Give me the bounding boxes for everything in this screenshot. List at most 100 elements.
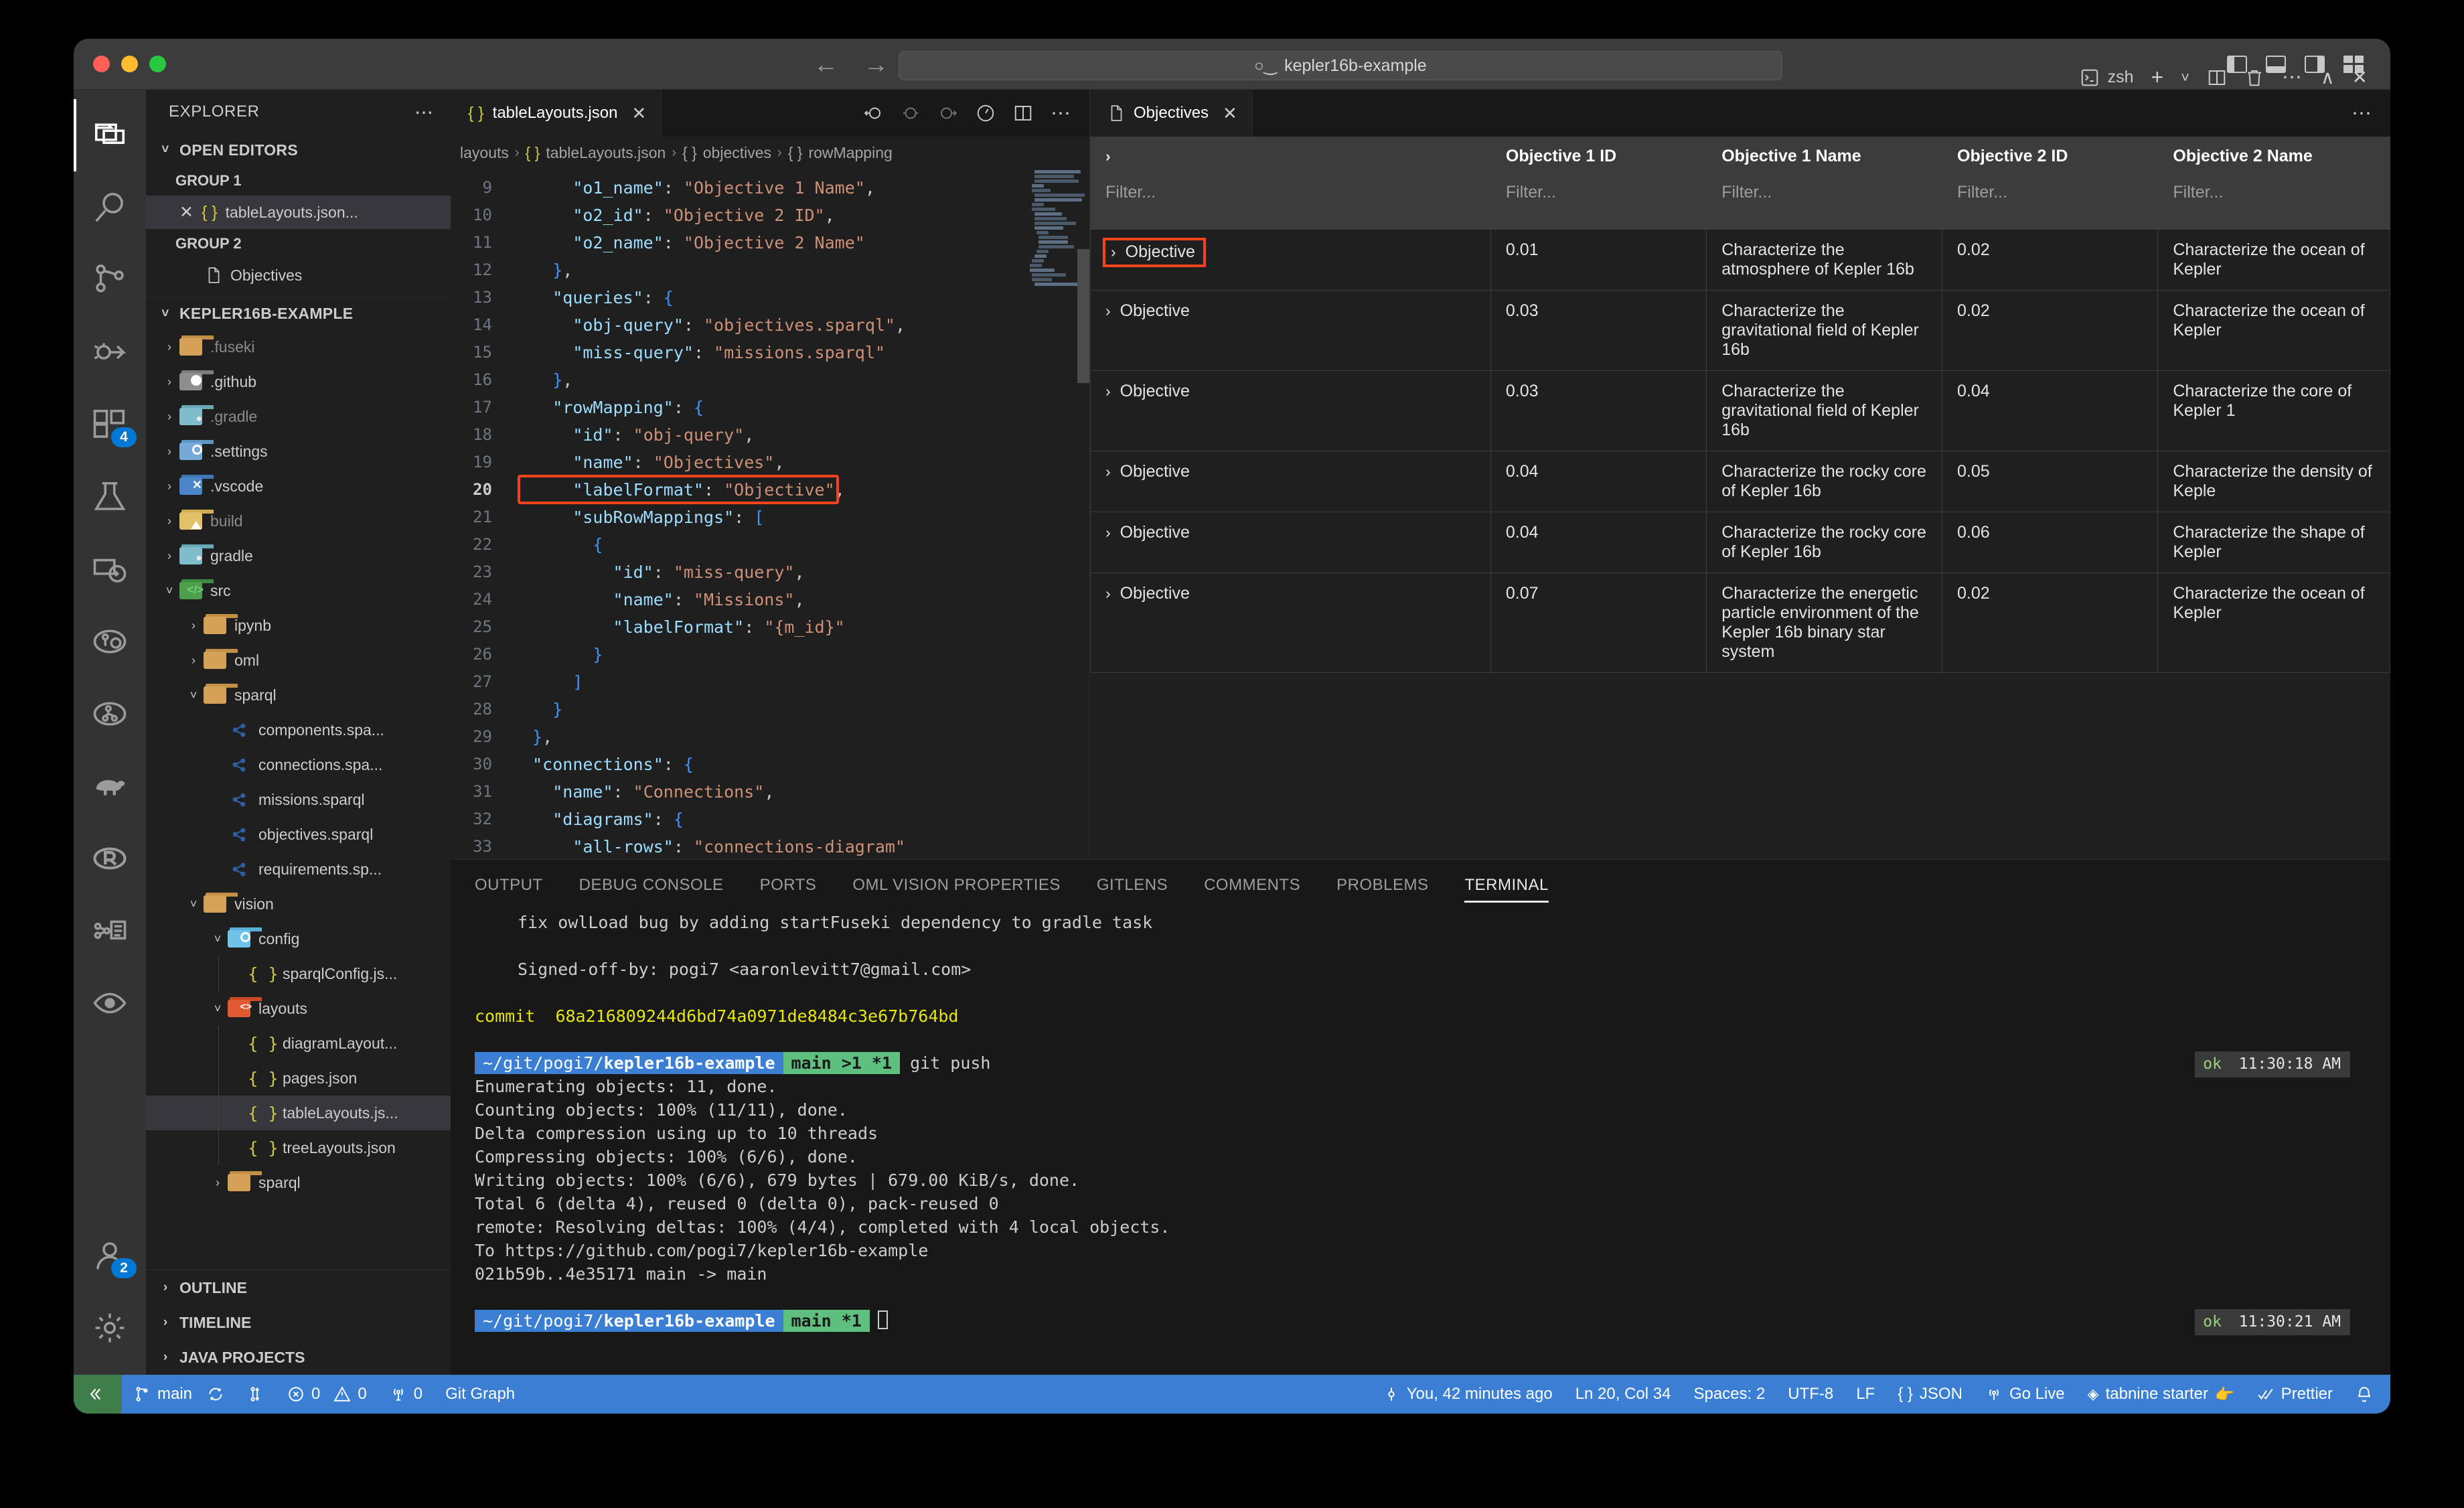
chevron-right-icon[interactable]: › xyxy=(1105,302,1111,319)
tree-item-ipynb[interactable]: › ipynb xyxy=(146,608,451,643)
java-projects-section[interactable]: › JAVA PROJECTS xyxy=(146,1340,451,1375)
filter-input-3[interactable]: Filter... xyxy=(1942,175,2159,229)
code-line-20[interactable]: 20 "labelFormat": "Objective", xyxy=(451,475,1089,504)
row-expander-cell[interactable]: › Objective xyxy=(1090,450,1491,512)
activity-explorer[interactable] xyxy=(74,99,146,171)
tree-item-oml[interactable]: › oml xyxy=(146,643,451,678)
code-line-17[interactable]: 17 "rowMapping": { xyxy=(451,394,1089,421)
status-prettier[interactable]: Prettier xyxy=(2246,1375,2344,1414)
new-terminal-icon[interactable]: + xyxy=(2151,65,2163,90)
table-row[interactable]: › Objective 0.07 Characterize the energetic… xyxy=(1090,572,2390,673)
tree-item-gradle[interactable]: › ● gradle xyxy=(146,538,451,573)
row-expander-cell[interactable]: › Objective xyxy=(1090,289,1491,371)
status-indentation[interactable]: Spaces: 2 xyxy=(1682,1375,1776,1414)
activity-settings[interactable] xyxy=(74,1292,146,1364)
activity-source-control[interactable] xyxy=(74,244,146,316)
tree-item--vscode[interactable]: › ✕ .vscode xyxy=(146,469,451,504)
panel-tab-problems[interactable]: PROBLEMS xyxy=(1336,860,1428,911)
panel-tab-output[interactable]: OUTPUT xyxy=(475,860,543,911)
chevron-right-icon[interactable]: › xyxy=(1105,585,1111,602)
status-notifications[interactable] xyxy=(2344,1375,2390,1414)
tree-item-src[interactable]: ˅ </> src xyxy=(146,573,451,608)
activity-search[interactable] xyxy=(74,171,146,244)
code-line-31[interactable]: 31 "name": "Connections", xyxy=(451,778,1089,806)
activity-watch[interactable] xyxy=(74,967,146,1039)
split-terminal-icon[interactable] xyxy=(2207,68,2227,88)
activity-accounts[interactable]: 2 xyxy=(74,1219,146,1292)
open-editors-section-header[interactable]: ˅ OPEN EDITORS xyxy=(146,134,451,166)
code-line-32[interactable]: 32 "diagrams": { xyxy=(451,806,1089,833)
panel-tab-gitlens[interactable]: GITLENS xyxy=(1097,860,1168,911)
table-col-expander[interactable]: › xyxy=(1090,137,1491,176)
editor-scrollbar[interactable] xyxy=(1077,249,1089,383)
code-line-27[interactable]: 27 ] xyxy=(451,668,1089,696)
code-line-28[interactable]: 28 } xyxy=(451,696,1089,723)
table-row[interactable]: › Objective 0.03 Characterize the gravitati… xyxy=(1090,289,2390,371)
terminal-shell-selector[interactable]: zsh xyxy=(2080,68,2133,88)
kill-terminal-icon[interactable] xyxy=(2244,68,2264,88)
code-line-29[interactable]: 29 }, xyxy=(451,723,1089,751)
code-line-24[interactable]: 24 "name": "Missions", xyxy=(451,586,1089,613)
chevron-right-icon[interactable]: › xyxy=(1105,147,1111,165)
ellipsis-icon[interactable]: ⋯ xyxy=(2352,102,2373,125)
status-language[interactable]: { } JSON xyxy=(1886,1375,1974,1414)
split-editor-icon[interactable] xyxy=(1013,103,1033,123)
status-ports[interactable]: 0 xyxy=(378,1375,434,1414)
remote-window-indicator[interactable] xyxy=(74,1375,122,1414)
table-row[interactable]: › Objective 0.03 Characterize the gravitati… xyxy=(1090,370,2390,451)
breadcrumb-item-layouts[interactable]: layouts xyxy=(460,144,509,162)
tree-item-config[interactable]: ˅ config xyxy=(146,921,451,956)
status-encoding[interactable]: UTF-8 xyxy=(1776,1375,1845,1414)
table-row[interactable]: › Objective 0.04 Characterize the rocky cor… xyxy=(1090,450,2390,512)
ellipsis-icon[interactable]: ⋯ xyxy=(414,101,435,123)
more-actions-icon[interactable]: ⋯ xyxy=(2282,66,2303,89)
table-col-o2-name[interactable]: Objective 2 Name xyxy=(2157,137,2390,176)
close-icon[interactable]: ✕ xyxy=(1223,103,1237,124)
code-line-9[interactable]: 9 "o1_name": "Objective 1 Name", xyxy=(451,174,1089,202)
open-editor-tablelayouts[interactable]: ✕ { } tableLayouts.json... xyxy=(146,196,451,229)
close-window-button[interactable] xyxy=(93,56,110,72)
tree-item-sparql[interactable]: ˅ sparql xyxy=(146,678,451,712)
activity-oml-vision[interactable] xyxy=(74,605,146,678)
tree-item-build[interactable]: › build xyxy=(146,504,451,538)
panel-actions[interactable]: zsh + ˅ ⋯ ∧ ✕ xyxy=(2080,65,2390,90)
status-cursor-position[interactable]: Ln 20, Col 34 xyxy=(1564,1375,1683,1414)
table-row[interactable]: › Objective 0.01 Characterize the atmospher… xyxy=(1090,228,2390,291)
chevron-right-icon[interactable]: › xyxy=(1105,524,1111,541)
activity-remote-explorer[interactable] xyxy=(74,533,146,605)
tree-item--gradle[interactable]: › ● .gradle xyxy=(146,399,451,434)
row-expander-cell[interactable]: › Objective xyxy=(1090,511,1491,573)
activity-oml-graph[interactable] xyxy=(74,678,146,750)
chevron-right-icon[interactable]: › xyxy=(1105,463,1111,480)
command-center[interactable]: ○‿ kepler16b-example xyxy=(899,51,1782,80)
preview-icon[interactable] xyxy=(976,103,996,123)
code-line-11[interactable]: 11 "o2_name": "Objective 2 Name" xyxy=(451,229,1089,256)
status-git-graph[interactable]: Git Graph xyxy=(434,1375,526,1414)
code-line-13[interactable]: 13 "queries": { xyxy=(451,284,1089,311)
code-line-22[interactable]: 22 { xyxy=(451,531,1089,558)
timeline-section[interactable]: › TIMELINE xyxy=(146,1305,451,1340)
code-line-26[interactable]: 26 } xyxy=(451,641,1089,668)
tree-item-requirements-sp[interactable]: requirements.sp... xyxy=(146,852,451,887)
maximize-window-button[interactable] xyxy=(149,56,166,72)
breadcrumb-item-objectives[interactable]: objectives xyxy=(703,144,771,162)
more-actions-icon[interactable]: ⋯ xyxy=(1051,102,1072,125)
status-eol[interactable]: LF xyxy=(1845,1375,1886,1414)
breadcrumb-item-rowmapping[interactable]: rowMapping xyxy=(808,144,892,162)
table-col-o2-id[interactable]: Objective 2 ID xyxy=(1942,137,2159,176)
filter-input-4[interactable]: Filter... xyxy=(2157,175,2390,229)
code-line-10[interactable]: 10 "o2_id": "Objective 2 ID", xyxy=(451,202,1089,229)
chevron-right-icon[interactable]: › xyxy=(1111,243,1116,260)
status-go-live[interactable]: Go Live xyxy=(1974,1375,2076,1414)
status-branch[interactable]: main xyxy=(122,1375,236,1414)
activity-share[interactable] xyxy=(74,895,146,967)
row-expander-cell[interactable]: › Objective xyxy=(1090,370,1491,451)
code-line-25[interactable]: 25 "labelFormat": "{m_id}" xyxy=(451,613,1089,641)
tree-item-sparql[interactable]: › sparql xyxy=(146,1165,451,1200)
code-line-23[interactable]: 23 "id": "miss-query", xyxy=(451,558,1089,586)
close-panel-icon[interactable]: ✕ xyxy=(2352,66,2368,88)
tree-item-vision[interactable]: ˅ vision xyxy=(146,887,451,921)
breadcrumb[interactable]: layouts › { } tableLayouts.json › { } ob… xyxy=(451,137,1089,169)
tree-item-connections-spa[interactable]: connections.spa... xyxy=(146,747,451,782)
code-line-33[interactable]: 33 "all-rows": "connections-diagram" xyxy=(451,833,1089,859)
